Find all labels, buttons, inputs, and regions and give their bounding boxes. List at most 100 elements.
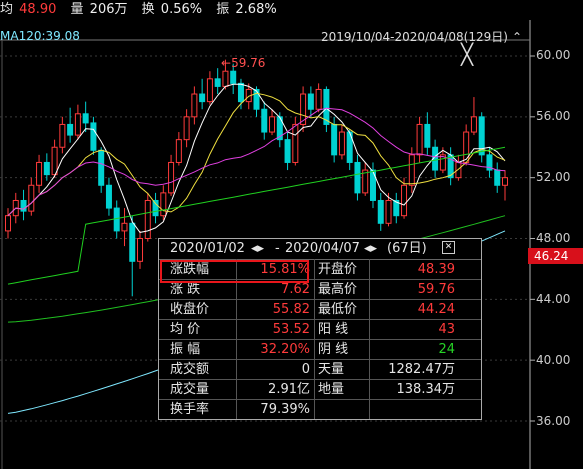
candle-body bbox=[261, 108, 268, 133]
candle-body bbox=[152, 199, 159, 217]
stat-value: 2.91亿 bbox=[268, 382, 310, 397]
candle-body bbox=[292, 123, 299, 163]
stat-label: 成交量 bbox=[170, 382, 210, 397]
stat-value: 55.82 bbox=[272, 302, 310, 317]
candle-body bbox=[5, 215, 11, 232]
current-price-tag: 46.24 bbox=[528, 248, 583, 264]
candle-body bbox=[67, 123, 74, 136]
stat-label: 开盘价 bbox=[318, 262, 358, 277]
amplitude-label: 振 bbox=[216, 2, 230, 17]
start-step-arrows-icon[interactable]: ◂▸ bbox=[251, 239, 264, 259]
candle-body bbox=[105, 184, 112, 209]
turnover-label: 换 bbox=[141, 2, 155, 17]
candle-body bbox=[144, 199, 151, 240]
close-icon[interactable]: ✕ bbox=[442, 241, 455, 254]
candle-body bbox=[206, 78, 213, 103]
stat-value: 32.20% bbox=[260, 342, 310, 357]
stat-value: 48.39 bbox=[417, 262, 455, 277]
y-tick: 52.00 bbox=[536, 170, 571, 184]
stat-label: 换手率 bbox=[170, 402, 210, 417]
candle-body bbox=[401, 184, 408, 217]
stat-value bbox=[371, 400, 455, 420]
y-tick: 44.00 bbox=[536, 292, 571, 306]
y-tick: 60.00 bbox=[536, 48, 571, 62]
candle-body bbox=[424, 123, 431, 148]
candle-body bbox=[168, 161, 175, 194]
stat-label: 天量 bbox=[318, 362, 345, 377]
ma120-indicator: MA120:39.08 bbox=[0, 29, 80, 43]
stat-value: 1282.47万 bbox=[388, 362, 455, 377]
panel-header: 2020/01/02 ◂▸ - 2020/04/07 ◂▸ (67日) ✕ bbox=[159, 239, 481, 260]
candle-body bbox=[338, 131, 345, 156]
volume-label: 量 bbox=[70, 2, 84, 17]
candle-body bbox=[121, 222, 128, 232]
chevron-up-icon[interactable]: ⌃ bbox=[512, 30, 522, 44]
candle-body bbox=[191, 93, 198, 118]
end-step-arrows-icon[interactable]: ◂▸ bbox=[364, 239, 377, 259]
stat-label: 最高价 bbox=[318, 282, 358, 297]
candle-body bbox=[183, 116, 190, 141]
candle-body bbox=[214, 78, 221, 87]
range-separator: - bbox=[275, 241, 280, 256]
avg-label: 均 bbox=[0, 2, 14, 17]
candle-body bbox=[74, 113, 81, 136]
candle-body bbox=[222, 70, 229, 87]
candle-body bbox=[502, 177, 508, 186]
turnover-value: 0.56% bbox=[160, 2, 203, 17]
stat-value: 7.62 bbox=[281, 282, 310, 297]
volume-value: 206万 bbox=[89, 2, 128, 17]
y-tick: 48.00 bbox=[536, 231, 571, 245]
end-date: 2020/04/07 bbox=[285, 241, 360, 256]
stat-value: 79.39% bbox=[260, 402, 310, 417]
stat-value: 44.24 bbox=[417, 302, 455, 317]
candle-body bbox=[113, 207, 120, 232]
candle-body bbox=[315, 88, 322, 110]
close-icon[interactable]: ╳ bbox=[461, 44, 473, 64]
quote-bar: 均 48.90 量 206万 换 0.56% 振 2.68% bbox=[0, 0, 583, 20]
stat-label bbox=[318, 400, 368, 420]
change-pct-highlight-box bbox=[160, 260, 309, 283]
candle-body bbox=[199, 93, 206, 103]
candle-body bbox=[408, 154, 415, 186]
stat-value: 43 bbox=[438, 322, 455, 337]
stat-value: 53.52 bbox=[272, 322, 310, 337]
date-range-text: 2019/10/04-2020/04/08(129日) bbox=[321, 30, 508, 44]
candle-body bbox=[175, 139, 182, 163]
stat-label: 振 幅 bbox=[170, 342, 201, 357]
stat-label: 成交额 bbox=[170, 362, 210, 377]
candle-body bbox=[237, 82, 244, 103]
candle-body bbox=[82, 113, 89, 124]
day-count: (67日) bbox=[387, 241, 427, 256]
start-date: 2020/01/02 bbox=[170, 241, 245, 256]
candle-body bbox=[269, 116, 276, 133]
date-range-selector[interactable]: 2019/10/04-2020/04/08(129日) ⌃ bbox=[321, 28, 522, 45]
stat-label: 收盘价 bbox=[170, 302, 210, 317]
candle-body bbox=[354, 161, 361, 194]
stat-value: 59.76 bbox=[417, 282, 455, 297]
candle-body bbox=[51, 146, 58, 176]
candle-body bbox=[160, 192, 167, 217]
y-tick: 56.00 bbox=[536, 109, 571, 123]
avg-value: 48.90 bbox=[19, 2, 57, 17]
candle-body bbox=[385, 199, 392, 224]
candle-body bbox=[377, 199, 384, 224]
candle-body bbox=[494, 169, 501, 186]
candle-body bbox=[43, 161, 50, 176]
candle-body bbox=[284, 139, 291, 163]
stat-label: 阴 线 bbox=[318, 342, 349, 357]
candle-body bbox=[59, 123, 66, 148]
y-tick: 36.00 bbox=[536, 414, 571, 428]
candle-body bbox=[129, 222, 136, 262]
stat-value: 24 bbox=[438, 342, 455, 357]
stat-label: 涨 跌 bbox=[170, 282, 201, 297]
stat-label: 阳 线 bbox=[318, 322, 349, 337]
candle-body bbox=[36, 161, 43, 186]
candle-body bbox=[28, 184, 35, 212]
amplitude-value: 2.68% bbox=[235, 2, 277, 17]
stat-label: 最低价 bbox=[318, 302, 358, 317]
candle-body bbox=[90, 122, 97, 151]
candle-body bbox=[137, 238, 144, 262]
stat-value: 0 bbox=[301, 362, 310, 377]
candle-body bbox=[98, 149, 105, 186]
y-tick: 40.00 bbox=[536, 353, 571, 367]
